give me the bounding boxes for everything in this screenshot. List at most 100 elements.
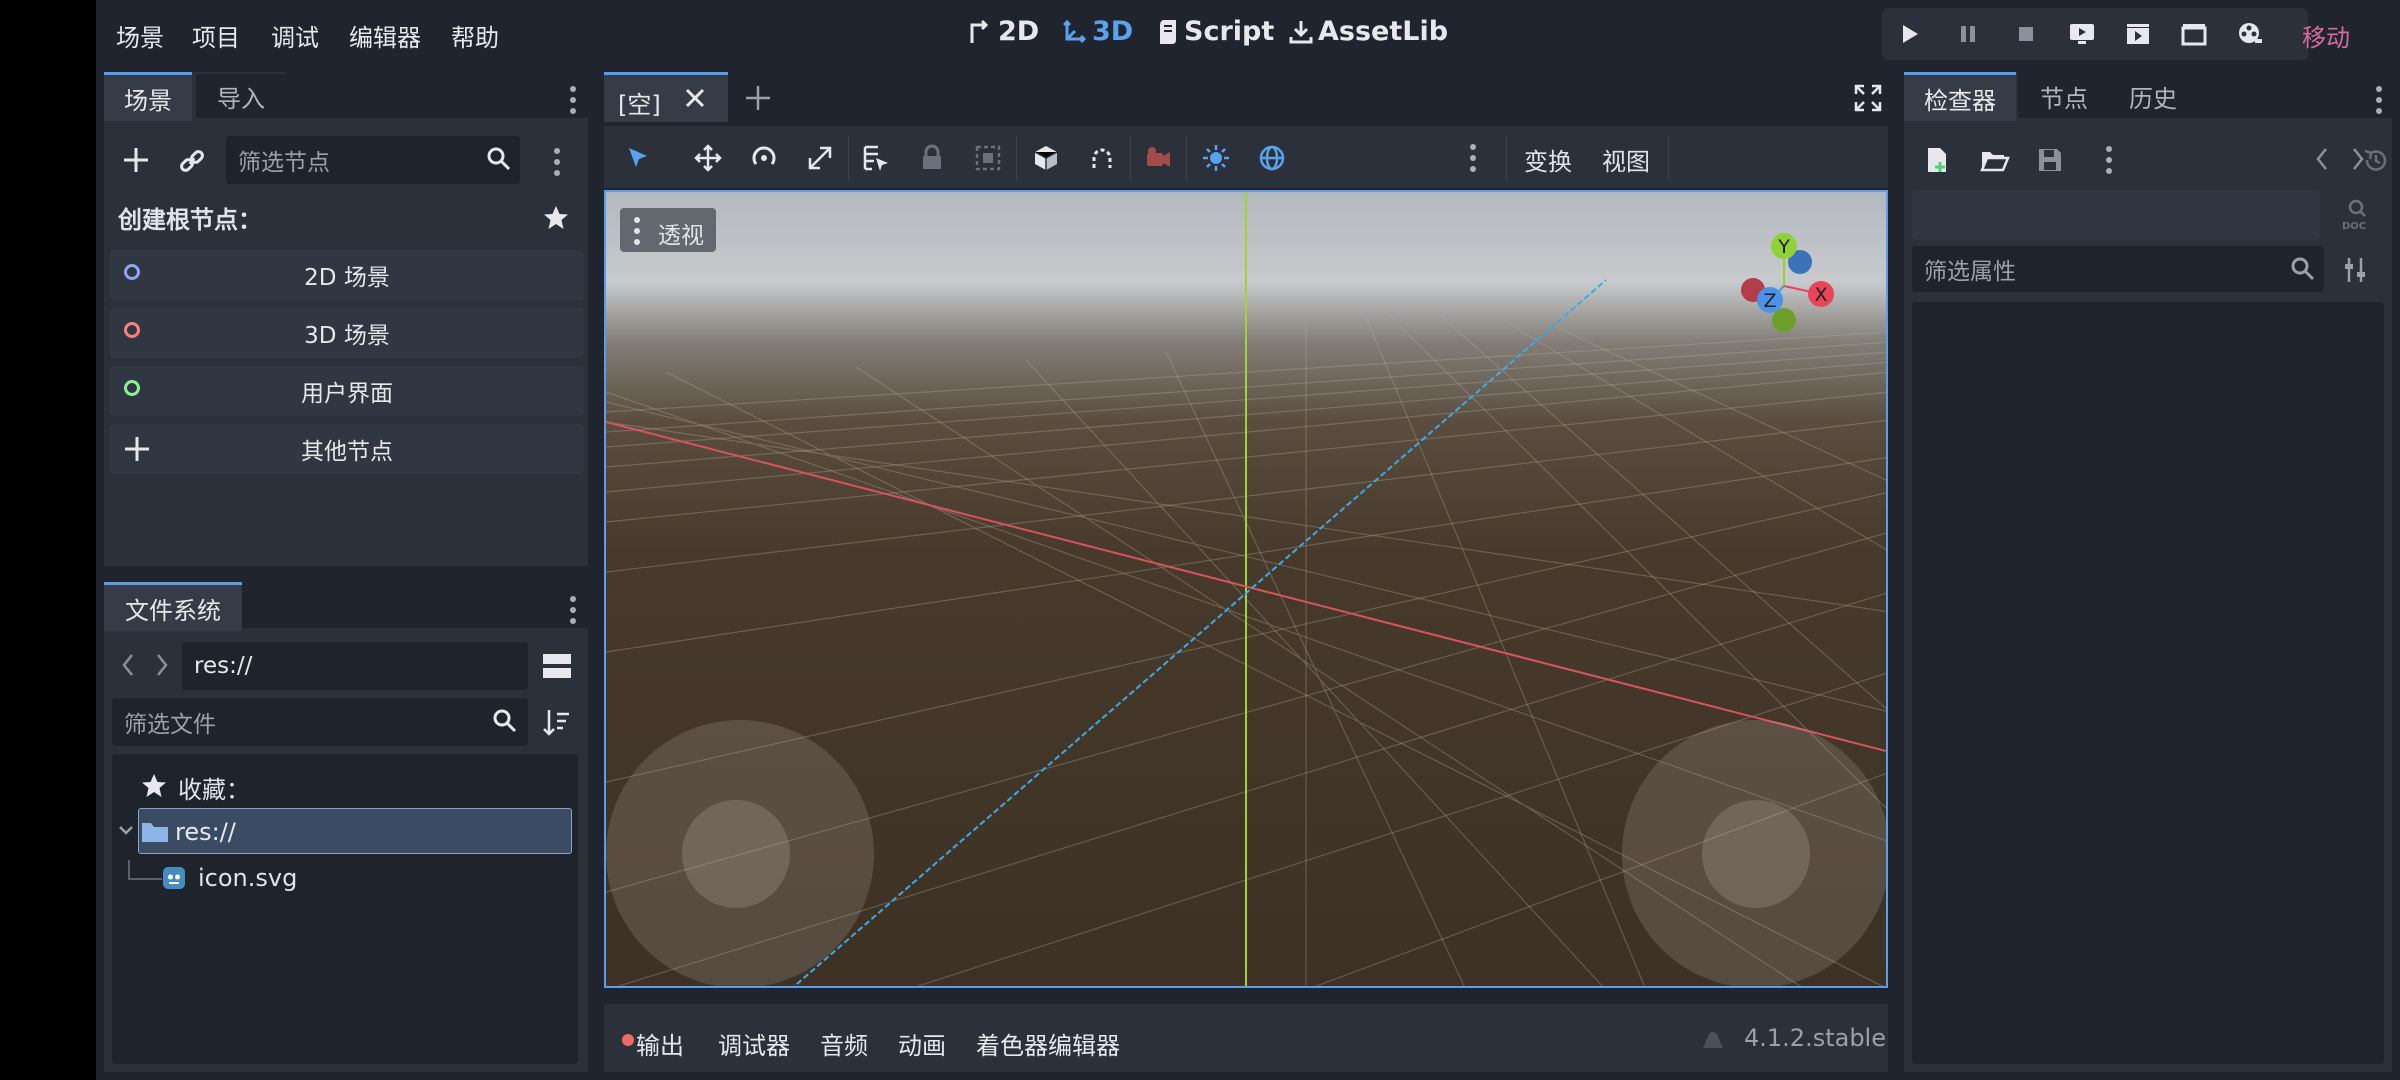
lock-button[interactable] [912,138,952,178]
menu-project[interactable]: 项目 [192,18,240,53]
back-button[interactable] [120,652,136,682]
filesystem-dock-menu-icon[interactable] [570,596,576,629]
filter-nodes-input[interactable]: 筛选节点 [226,136,520,184]
gizmo-x-label: X [1814,284,1827,306]
menu-editor[interactable]: 编辑器 [349,18,421,53]
distraction-free-button[interactable] [1854,84,1882,116]
menu-debug[interactable]: 调试 [271,18,319,53]
toggle-sun-button[interactable] [1196,138,1236,178]
path-field[interactable]: res:// [182,642,528,690]
tab-output[interactable]: 输出 [636,1026,684,1061]
scene-tree-menu-icon[interactable] [554,148,560,181]
svg-text:DOC: DOC [2342,221,2366,232]
stop-button[interactable] [2008,20,2044,48]
tab-audio[interactable]: 音频 [820,1026,868,1061]
globe-icon [1259,145,1285,171]
save-resource-button[interactable] [2036,146,2064,178]
tab-inspector[interactable]: 检查器 [1904,72,2016,121]
root-option-2d-scene[interactable]: 2D 场景 [110,250,584,300]
joystick-knob[interactable] [1702,800,1810,908]
root-option-user-interface[interactable]: 用户界面 [110,366,584,416]
filter-properties-input[interactable]: 筛选属性 [1912,246,2324,292]
resource-menu-icon[interactable] [2106,146,2112,179]
tab-strip-bg [286,72,588,118]
open-docs-button[interactable]: DOC [2340,196,2376,236]
node2d-icon [124,264,140,280]
node3d-icon [124,322,140,338]
workspace-2d-button[interactable]: 2D [968,16,1039,47]
plus-icon [124,148,148,172]
collapse-arrow-icon[interactable] [118,822,134,844]
toolbar-separator [848,136,849,180]
tab-history[interactable]: 历史 [2112,74,2194,118]
play-current-scene-button[interactable] [2120,20,2156,48]
object-history-button[interactable] [2362,146,2390,178]
movie-maker-button[interactable] [2232,20,2268,48]
move-mode-button[interactable] [688,138,728,178]
workspace-assetlib-button[interactable]: AssetLib [1288,16,1448,47]
film-reel-icon [2239,23,2262,43]
tab-scene[interactable]: 场景 [104,72,192,121]
view-menu[interactable]: 视图 [1602,142,1650,177]
toggle-split-mode-button[interactable] [542,652,572,684]
local-space-button[interactable] [1026,138,1066,178]
history-back-button[interactable] [2314,146,2330,176]
scene-dock-menu-icon[interactable] [570,86,576,119]
preview-camera-button[interactable] [1138,138,1178,178]
object-selector[interactable] [1912,190,2320,240]
toggle-environment-button[interactable] [1252,138,1292,178]
select-mode-button[interactable] [618,138,658,178]
instantiate-scene-button[interactable] [178,148,206,178]
scale-mode-button[interactable] [800,138,840,178]
add-node-button[interactable] [122,146,150,178]
workspace-script-button[interactable]: Script [1156,16,1274,47]
scene-tab-empty[interactable]: [空] [604,72,728,122]
rotate-mode-button[interactable] [744,138,784,178]
group-button[interactable] [968,138,1008,178]
pause-button[interactable] [1950,20,1986,48]
environment-menu-icon[interactable] [1470,144,1476,177]
version-label[interactable]: 4.1.2.stable [1744,1024,1886,1052]
tree-item-icon-svg[interactable]: icon.svg [198,864,297,892]
play-custom-scene-button[interactable] [2176,20,2212,48]
remote-debug-button[interactable] [2064,20,2100,48]
menu-help[interactable]: 帮助 [451,18,499,53]
virtual-joystick-right[interactable] [1622,720,1886,986]
menu-scene[interactable]: 场景 [116,18,164,53]
tree-item-res-root[interactable]: res:// [138,808,572,854]
inspector-dock-menu-icon[interactable] [2376,86,2382,119]
output-status-dot [622,1034,634,1046]
3d-viewport[interactable]: 透视 Y X Z [604,190,1888,988]
filter-files-input[interactable]: 筛选文件 [112,698,528,746]
joystick-knob[interactable] [682,800,790,908]
tab-import[interactable]: 导入 [196,74,286,118]
root-option-other-node[interactable]: 其他节点 [110,424,584,474]
favorite-star-icon[interactable] [542,204,570,236]
root-option-3d-scene[interactable]: 3D 场景 [110,308,584,358]
tab-filesystem[interactable]: 文件系统 [104,582,242,631]
new-resource-button[interactable] [1924,146,1952,178]
renderer-selector[interactable]: 移动 [2302,18,2350,53]
inspector-tools-button[interactable] [2342,256,2368,288]
selectable-nodes-list-button[interactable] [856,138,896,178]
snap-button[interactable] [1082,138,1122,178]
load-resource-button[interactable] [1980,146,2010,178]
new-scene-tab-button[interactable] [744,84,772,116]
perspective-menu-button[interactable]: 透视 [620,208,716,252]
close-icon[interactable] [684,87,706,109]
tab-animation[interactable]: 动画 [898,1026,946,1061]
tab-shader-editor[interactable]: 着色器编辑器 [976,1026,1120,1061]
play-button[interactable] [1892,20,1928,48]
tab-debugger[interactable]: 调试器 [718,1026,790,1061]
download-icon [1289,20,1313,43]
forward-button[interactable] [154,652,170,682]
orientation-gizmo[interactable]: Y X Z [1736,216,1856,336]
godot-svg-file-icon [162,866,186,894]
tab-node[interactable]: 节点 [2024,74,2104,118]
transform-menu[interactable]: 变换 [1524,142,1572,177]
virtual-joystick-left[interactable] [606,720,874,986]
update-spinner-icon[interactable] [1700,1028,1726,1056]
workspace-3d-button[interactable]: 3D [1062,16,1133,47]
sort-button[interactable] [542,708,570,740]
godot-editor: 场景 项目 调试 编辑器 帮助 2D 3D Script AssetLib 移动… [96,0,2400,1080]
